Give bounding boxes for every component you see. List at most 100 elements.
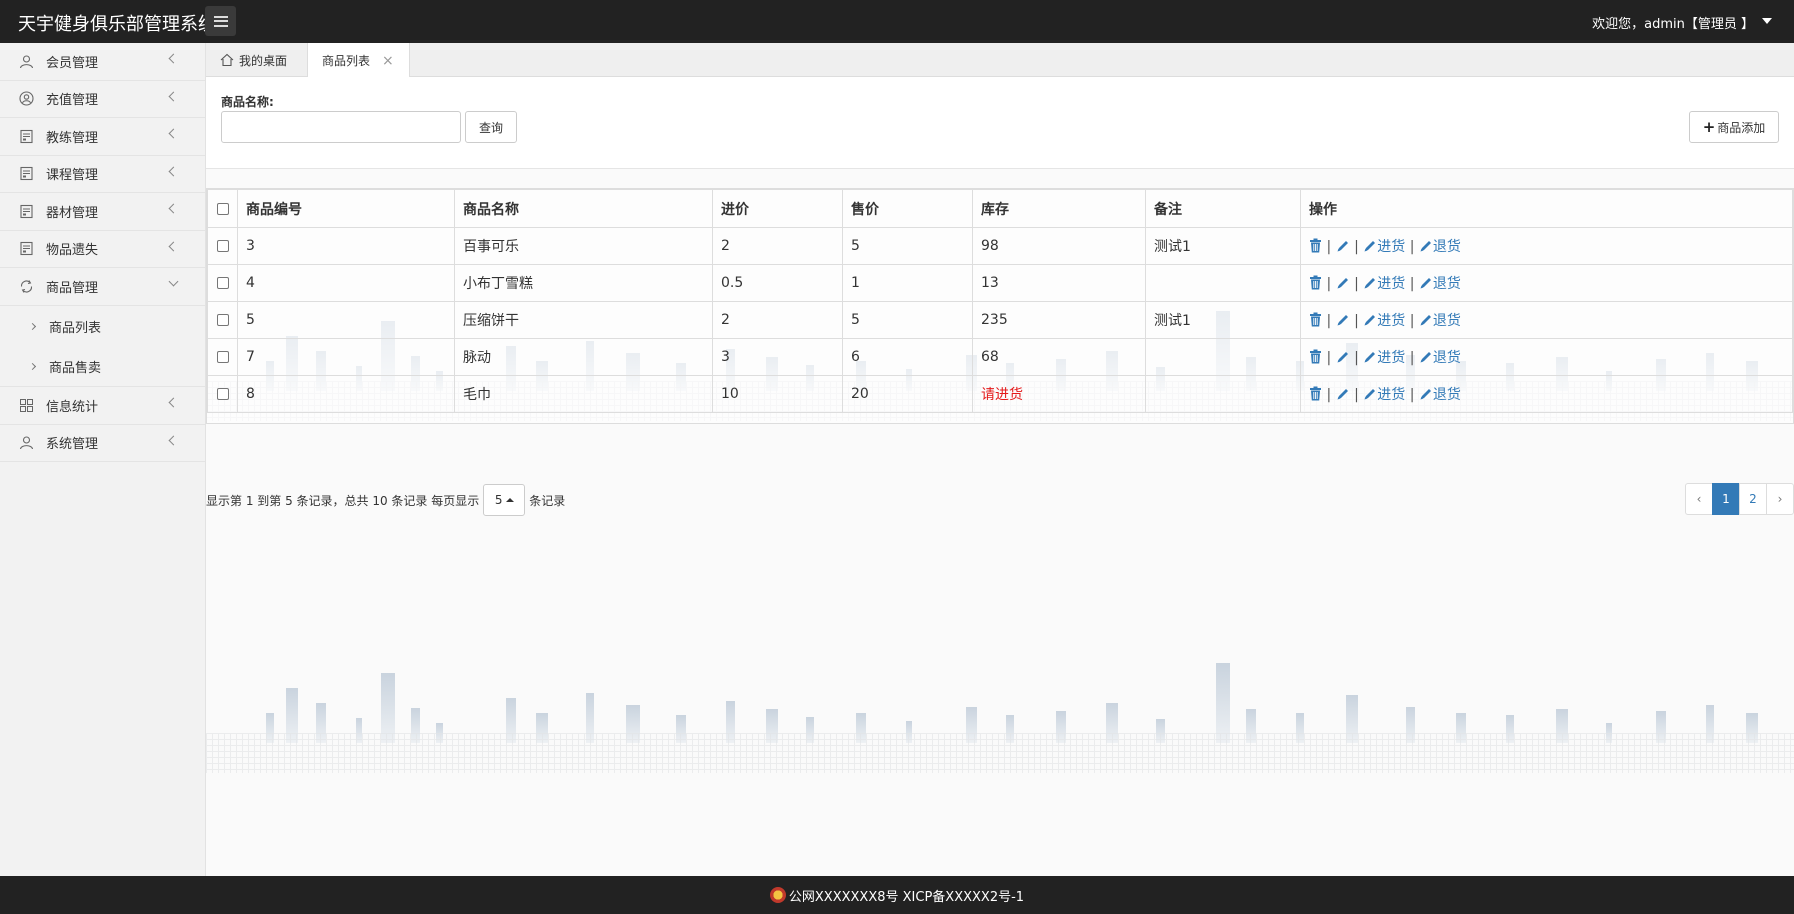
- product-table-wrapper: 商品编号 商品名称 进价 售价 库存 备注 操作 3 百事可乐 2 5 98 测试1 | …: [206, 188, 1794, 424]
- return-button[interactable]: 退货: [1419, 239, 1461, 255]
- cell-product-name: 小布丁雪糕: [454, 264, 713, 302]
- col-header: 商品编号: [237, 189, 455, 228]
- sidebar-item-coach[interactable]: 教练管理: [0, 118, 205, 156]
- cell-note: 测试1: [1145, 227, 1301, 265]
- row-checkbox[interactable]: [216, 277, 229, 289]
- sidebar-item-system[interactable]: 系统管理: [0, 425, 205, 462]
- pencil-icon: [1337, 278, 1348, 289]
- edit-button[interactable]: [1336, 239, 1350, 255]
- add-product-label: 商品添加: [1717, 120, 1766, 135]
- row-checkbox[interactable]: [216, 240, 229, 252]
- caret-down-icon[interactable]: [1762, 18, 1772, 24]
- return-button[interactable]: 退货: [1419, 350, 1461, 366]
- sidebar-subitem-product-list[interactable]: 商品列表: [0, 306, 205, 346]
- hamburger-icon: [213, 15, 228, 27]
- tab-home[interactable]: 我的桌面: [220, 43, 287, 77]
- cell-product-name: 毛巾: [454, 375, 713, 413]
- separator: |: [1354, 313, 1359, 329]
- col-header: 售价: [842, 189, 973, 228]
- restock-button[interactable]: 进货: [1363, 387, 1405, 403]
- cell-actions: | | 进货 | 退货: [1300, 301, 1793, 339]
- col-header: 商品名称: [454, 189, 713, 228]
- chevron-left-icon: [168, 203, 179, 214]
- chevron-left-icon: [168, 128, 179, 139]
- query-button[interactable]: 查询: [465, 111, 517, 143]
- tab-bar: 我的桌面 商品列表 ×: [206, 43, 1794, 78]
- next-page-button[interactable]: ›: [1766, 483, 1794, 515]
- sidebar-item-member[interactable]: 会员管理: [0, 43, 205, 81]
- menu-toggle-button[interactable]: [205, 6, 236, 36]
- cell-cost-price: 2: [712, 301, 843, 339]
- page-button-1[interactable]: 1: [1712, 483, 1740, 515]
- delete-button[interactable]: [1309, 275, 1322, 292]
- search-panel: 商品名称: 查询 + 商品添加: [206, 77, 1794, 169]
- restock-button[interactable]: 进货: [1363, 313, 1405, 329]
- restock-button[interactable]: 进货: [1363, 350, 1405, 366]
- trash-icon[interactable]: [1309, 238, 1322, 253]
- trash-icon[interactable]: [1309, 312, 1322, 327]
- delete-button[interactable]: [1309, 386, 1322, 403]
- sidebar-item-course[interactable]: 课程管理: [0, 156, 205, 193]
- document-icon: [18, 241, 34, 257]
- sidebar-item-equipment[interactable]: 器材管理: [0, 193, 205, 231]
- edit-button[interactable]: [1336, 276, 1350, 292]
- edit-button[interactable]: [1336, 350, 1350, 366]
- trash-icon[interactable]: [1309, 386, 1322, 401]
- sidebar-item-recharge[interactable]: 充值管理: [0, 81, 205, 118]
- delete-button[interactable]: [1309, 312, 1322, 329]
- pagination-info-suffix: 条记录: [529, 493, 566, 508]
- return-label: 退货: [1432, 350, 1461, 366]
- row-checkbox[interactable]: [216, 314, 229, 326]
- user-welcome[interactable]: 欢迎您，admin【管理员 】: [1592, 13, 1754, 32]
- trash-icon[interactable]: [1309, 349, 1322, 364]
- sidebar-item-lost-items[interactable]: 物品遗失: [0, 231, 205, 268]
- trash-icon[interactable]: [1309, 275, 1322, 290]
- separator: |: [1409, 350, 1415, 366]
- restock-button[interactable]: 进货: [1363, 239, 1405, 255]
- sidebar-item-statistics[interactable]: 信息统计: [0, 387, 205, 425]
- sidebar-item-label: 信息统计: [46, 399, 99, 415]
- restock-label: 进货: [1377, 239, 1406, 255]
- page-size-select[interactable]: 5: [483, 484, 526, 516]
- tab-product-list-label: 商品列表: [322, 54, 371, 68]
- pencil-icon: [1420, 389, 1431, 400]
- select-all-checkbox[interactable]: [216, 202, 229, 215]
- page-button-2[interactable]: 2: [1739, 483, 1767, 515]
- restock-label: 进货: [1377, 313, 1406, 329]
- return-button[interactable]: 退货: [1419, 387, 1461, 403]
- refresh-icon: [18, 279, 34, 295]
- document-icon: [18, 128, 34, 144]
- close-icon[interactable]: ×: [382, 53, 394, 69]
- cell-cost-price: 10: [712, 375, 843, 413]
- return-button[interactable]: 退货: [1419, 313, 1461, 329]
- edit-button[interactable]: [1336, 387, 1350, 403]
- tab-product-list[interactable]: 商品列表 ×: [307, 43, 410, 78]
- delete-button[interactable]: [1309, 349, 1322, 366]
- product-name-input[interactable]: [221, 111, 461, 143]
- pencil-icon: [1364, 241, 1376, 252]
- document-icon: [18, 166, 34, 182]
- row-checkbox[interactable]: [216, 351, 229, 363]
- chevron-left-icon: [168, 435, 179, 445]
- pencil-icon: [1337, 352, 1348, 363]
- row-select-cell: [207, 227, 238, 265]
- cell-product-id: 8: [237, 375, 455, 413]
- delete-button[interactable]: [1309, 238, 1322, 255]
- sidebar-item-label: 充值管理: [46, 93, 99, 109]
- sidebar-subitem-product-sale[interactable]: 商品售卖: [0, 346, 205, 386]
- prev-page-button[interactable]: ‹: [1685, 483, 1713, 515]
- return-button[interactable]: 退货: [1419, 276, 1461, 292]
- edit-button[interactable]: [1336, 313, 1350, 329]
- chevron-left-icon: [168, 91, 179, 101]
- sidebar-item-label: 会员管理: [46, 55, 99, 71]
- plus-icon: +: [1702, 118, 1716, 136]
- restock-button[interactable]: 进货: [1363, 276, 1405, 292]
- add-product-button[interactable]: + 商品添加: [1689, 111, 1779, 143]
- cell-actions: | | 进货 | 退货: [1300, 227, 1793, 265]
- row-checkbox[interactable]: [216, 388, 229, 400]
- col-header: 进价: [712, 189, 843, 228]
- sidebar-item-product[interactable]: 商品管理: [0, 268, 205, 306]
- chevron-left-icon: [168, 241, 179, 251]
- cell-product-name: 压缩饼干: [454, 301, 713, 339]
- row-select-cell: [207, 338, 238, 376]
